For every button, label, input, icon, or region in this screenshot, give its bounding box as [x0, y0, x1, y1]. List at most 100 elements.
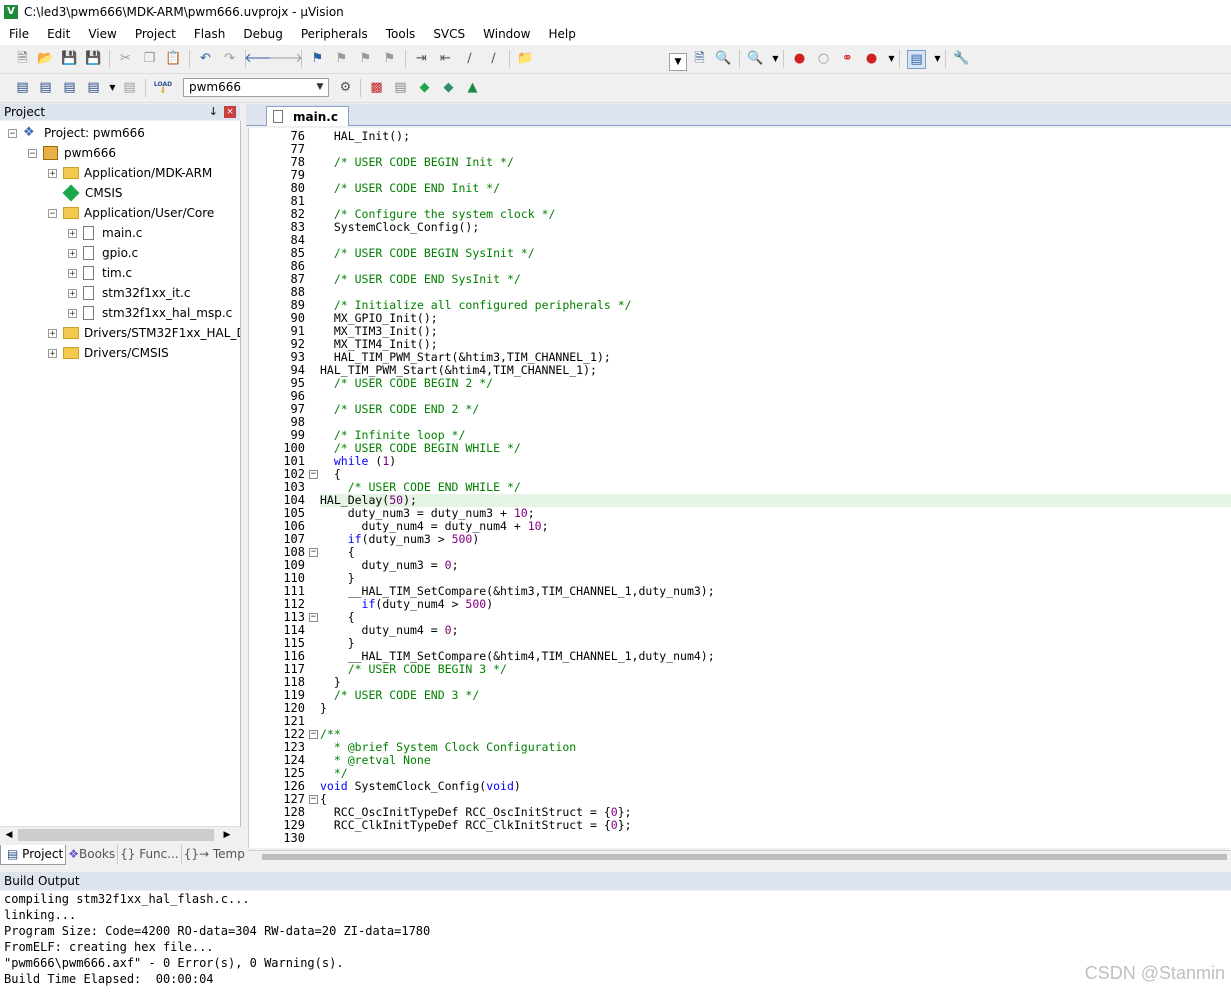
stop-build-icon[interactable]: ▤ — [121, 79, 138, 96]
code-line[interactable]: /* USER CODE END Init */ — [320, 182, 1231, 195]
code-line[interactable]: * @retval None — [320, 754, 1231, 767]
menu-help[interactable]: Help — [539, 27, 584, 41]
code-line[interactable]: /* USER CODE END 3 */ — [320, 689, 1231, 702]
code-line[interactable]: /* USER CODE BEGIN 3 */ — [320, 663, 1231, 676]
fold-toggle-icon[interactable]: − — [309, 730, 318, 739]
build-icon[interactable]: ▤ — [37, 79, 54, 96]
batch-build-icon[interactable]: ▤ — [85, 79, 102, 96]
editor-horizontal-scrollbar[interactable] — [248, 850, 1231, 863]
collapse-icon[interactable]: − — [8, 128, 17, 138]
code-line[interactable]: /* USER CODE BEGIN Init */ — [320, 156, 1231, 169]
target-options-icon[interactable]: ⚙ — [337, 79, 354, 96]
code-line[interactable]: SystemClock_Config(); — [320, 221, 1231, 234]
debug-session-icon[interactable]: 🔍 — [747, 50, 764, 67]
save-icon[interactable]: 💾 — [61, 50, 78, 67]
menu-tools[interactable]: Tools — [377, 27, 425, 41]
tree-node-file[interactable]: + stm32f1xx_hal_msp.c — [68, 303, 232, 323]
expand-icon[interactable]: + — [68, 288, 77, 298]
scrollbar-thumb[interactable] — [18, 829, 214, 841]
uncomment-icon[interactable]: ∕ — [485, 50, 502, 67]
kill-breakpoints-icon[interactable]: ● — [863, 50, 880, 67]
comment-icon[interactable]: ∕ — [461, 50, 478, 67]
tree-node-file[interactable]: + gpio.c — [68, 243, 138, 263]
manage-rte-icon[interactable]: ◆ — [416, 79, 433, 96]
code-line[interactable]: HAL_Init(); — [320, 130, 1231, 143]
code-line[interactable]: * @brief System Clock Configuration — [320, 741, 1231, 754]
tree-node-file[interactable]: + stm32f1xx_it.c — [68, 283, 190, 303]
code-line[interactable]: } — [320, 702, 1231, 715]
code-line[interactable]: if(duty_num3 > 500) — [320, 533, 1231, 546]
tree-node-group[interactable]: + Drivers/CMSIS — [48, 343, 169, 363]
menu-svcs[interactable]: SVCS — [424, 27, 474, 41]
unindent-icon[interactable]: ⇤ — [437, 50, 454, 67]
collapse-icon[interactable]: − — [48, 208, 57, 218]
code-line[interactable]: RCC_ClkInitTypeDef RCC_ClkInitStruct = {… — [320, 819, 1231, 832]
chevron-down-icon[interactable]: ▼ — [767, 50, 784, 67]
next-bookmark-icon[interactable]: ⚑ — [357, 50, 374, 67]
disable-breakpoints-icon[interactable]: ⚭ — [839, 50, 856, 67]
tab-books[interactable]: ❖Books — [66, 845, 119, 864]
file-extensions-icon[interactable]: ▤ — [392, 79, 409, 96]
enable-breakpoint-icon[interactable]: ○ — [815, 50, 832, 67]
chevron-down-icon[interactable]: ▼ — [883, 50, 900, 67]
expand-icon[interactable]: + — [48, 348, 57, 358]
code-line[interactable]: /* USER CODE BEGIN WHILE */ — [320, 442, 1231, 455]
tab-main-c[interactable]: main.c — [266, 106, 349, 126]
scroll-right-icon[interactable]: ▶ — [220, 828, 234, 842]
configure-wrench-icon[interactable]: 🔧 — [953, 50, 970, 67]
fold-toggle-icon[interactable]: − — [309, 613, 318, 622]
menu-project[interactable]: Project — [126, 27, 185, 41]
code-line[interactable]: /* USER CODE END SysInit */ — [320, 273, 1231, 286]
project-horizontal-scrollbar[interactable]: ◀ ▶ — [0, 826, 240, 844]
tree-node-file[interactable]: + main.c — [68, 223, 142, 243]
chevron-down-icon[interactable]: ▼ — [929, 50, 946, 67]
tree-node-project-root[interactable]: − ❖ Project: pwm666 — [8, 123, 145, 143]
indent-icon[interactable]: ⇥ — [413, 50, 430, 67]
copy-icon[interactable]: ❐ — [141, 50, 158, 67]
menu-flash[interactable]: Flash — [185, 27, 234, 41]
code-line[interactable]: duty_num4 = 0; — [320, 624, 1231, 637]
scroll-left-icon[interactable]: ◀ — [2, 828, 16, 842]
build-output-panel[interactable]: compiling stm32f1xx_hal_flash.c... linki… — [0, 891, 1231, 994]
clear-bookmarks-icon[interactable]: ⚑ — [381, 50, 398, 67]
redo-icon[interactable]: ↷ — [221, 50, 238, 67]
tree-node-group[interactable]: + Drivers/STM32F1xx_HAL_Driv — [48, 323, 240, 343]
tab-project[interactable]: ▤ Project — [0, 845, 67, 865]
tab-functions[interactable]: {} Func... — [118, 845, 182, 864]
pack-installer-icon[interactable]: ▲ — [464, 79, 481, 96]
menu-edit[interactable]: Edit — [38, 27, 79, 41]
open-folder-icon[interactable]: 📂 — [37, 50, 54, 67]
tree-node-file[interactable]: + tim.c — [68, 263, 132, 283]
pin-icon[interactable]: ↓ — [209, 104, 218, 120]
close-icon[interactable]: × — [224, 106, 236, 118]
prev-bookmark-icon[interactable]: ⚑ — [333, 50, 350, 67]
find-icon[interactable]: 🗎 — [691, 50, 708, 67]
expand-icon[interactable]: + — [68, 268, 77, 278]
code-line[interactable]: /* USER CODE END 2 */ — [320, 403, 1231, 416]
bookmark-icon[interactable]: ⚑ — [309, 50, 326, 67]
code-line[interactable]: MX_GPIO_Init(); — [320, 312, 1231, 325]
fold-toggle-icon[interactable]: − — [309, 795, 318, 804]
expand-icon[interactable]: + — [48, 168, 57, 178]
code-line[interactable]: while (1) — [320, 455, 1231, 468]
manage-project-items-icon[interactable]: ▩ — [368, 79, 385, 96]
insert-breakpoint-icon[interactable]: ● — [791, 50, 808, 67]
tree-node-cmsis[interactable]: CMSIS — [62, 183, 123, 203]
navigate-forward-icon[interactable]: 🡒 — [268, 50, 303, 67]
expand-icon[interactable]: + — [68, 248, 77, 258]
save-all-icon[interactable]: 💾 — [85, 50, 102, 67]
code-line[interactable]: /* USER CODE BEGIN 2 */ — [320, 377, 1231, 390]
collapse-icon[interactable]: − — [28, 148, 37, 158]
paste-icon[interactable]: 📋 — [165, 50, 182, 67]
code-line[interactable]: /* USER CODE BEGIN SysInit */ — [320, 247, 1231, 260]
find-in-files-icon[interactable]: 📁 — [517, 50, 534, 67]
code-line[interactable]: if(duty_num4 > 500) — [320, 598, 1231, 611]
find-combo-dropdown[interactable]: ▼ — [669, 53, 687, 71]
incremental-find-icon[interactable]: 🔍 — [715, 50, 732, 67]
menu-debug[interactable]: Debug — [234, 27, 291, 41]
fold-toggle-icon[interactable]: − — [309, 548, 318, 557]
scrollbar-thumb[interactable] — [262, 854, 1227, 860]
tree-node-group[interactable]: − Application/User/Core — [48, 203, 214, 223]
menu-peripherals[interactable]: Peripherals — [292, 27, 377, 41]
window-layout-icon[interactable]: ▤ — [907, 50, 926, 69]
